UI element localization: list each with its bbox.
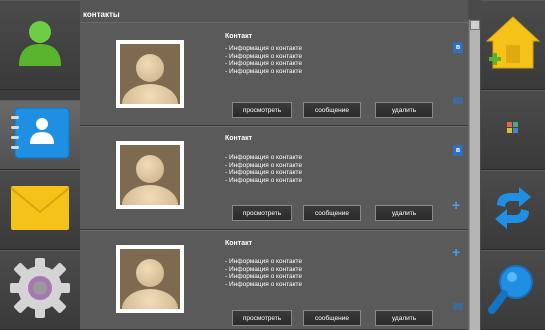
- message-button[interactable]: сообщение: [303, 102, 361, 118]
- nav-item-messages[interactable]: [0, 170, 80, 250]
- contact-card: Контакт - Информация о контакте - Информ…: [80, 230, 468, 330]
- contact-info-line: - Информация о контакте: [225, 265, 303, 273]
- avatar-body: [122, 84, 178, 104]
- contact-name: Контакт: [225, 33, 253, 40]
- contact-info: - Информация о контакте - Информация о к…: [225, 45, 302, 75]
- avatar-body: [122, 185, 178, 205]
- contact-info-line: - Информация о контакте: [225, 67, 303, 75]
- search-icon: [488, 260, 538, 321]
- delete-button[interactable]: удалить: [375, 102, 433, 118]
- contact-info-line: - Информация о контакте: [225, 176, 303, 184]
- nav-item-profile[interactable]: [0, 0, 80, 90]
- scrollbar[interactable]: [468, 20, 480, 330]
- gear-icon: [7, 255, 73, 326]
- contact-info-line: - Информация о контакте: [225, 273, 303, 280]
- avatar[interactable]: [116, 245, 184, 313]
- plus-icon[interactable]: +: [452, 245, 460, 259]
- delete-button[interactable]: удалить: [375, 310, 433, 326]
- plus-icon[interactable]: +: [452, 198, 460, 212]
- nav-item-contacts[interactable]: [0, 100, 80, 170]
- grid-button[interactable]: [481, 90, 545, 170]
- small-grid-icon: [507, 121, 519, 139]
- small-blue-icon[interactable]: [453, 97, 463, 104]
- contact-info-line: - Информация о контакте: [225, 45, 303, 52]
- contact-info-line: - Информация о контакте: [225, 258, 303, 265]
- contact-info-line: - Информация о контакте: [225, 60, 303, 67]
- view-button[interactable]: просмотреть: [232, 310, 292, 326]
- nav-item-settings[interactable]: [0, 250, 80, 330]
- message-button[interactable]: сообщение: [303, 310, 361, 326]
- right-sidebar: [481, 0, 545, 330]
- envelope-icon: [9, 184, 71, 237]
- contact-info-line: - Информация о контакте: [225, 161, 303, 169]
- message-button[interactable]: сообщение: [303, 205, 361, 221]
- contact-info-line: - Информация о контакте: [225, 280, 303, 288]
- avatar-body: [122, 289, 178, 309]
- contacts-panel: контакты Контакт - Информация о контакте…: [80, 0, 468, 330]
- avatar[interactable]: [116, 40, 184, 108]
- contact-info: - Информация о контакте - Информация о к…: [225, 154, 302, 184]
- avatar[interactable]: [116, 141, 184, 209]
- contact-info: - Информация о контакте - Информация о к…: [225, 258, 302, 288]
- view-button[interactable]: просмотреть: [232, 102, 292, 118]
- avatar-head: [136, 155, 164, 183]
- contact-info-line: - Информация о контакте: [225, 169, 303, 176]
- home-add-icon: [484, 13, 542, 78]
- page-title: контакты: [83, 10, 120, 19]
- small-blue-icon[interactable]: [453, 303, 463, 310]
- avatar-head: [136, 54, 164, 82]
- contact-name: Контакт: [225, 240, 253, 247]
- scroll-thumb[interactable]: [470, 30, 480, 330]
- add-home-button[interactable]: [481, 0, 545, 90]
- sync-button[interactable]: [481, 170, 545, 250]
- vk-icon[interactable]: в: [453, 145, 463, 156]
- contact-name: Контакт: [225, 135, 253, 142]
- contact-info-line: - Информация о контакте: [225, 52, 303, 60]
- contact-card: Контакт - Информация о контакте - Информ…: [80, 126, 468, 230]
- contact-card: Контакт - Информация о контакте - Информ…: [80, 22, 468, 126]
- contact-info-line: - Информация о контакте: [225, 154, 303, 161]
- sync-icon: [493, 185, 533, 236]
- scroll-up-button[interactable]: [470, 20, 480, 30]
- person-icon: [17, 18, 63, 73]
- address-book-icon: [9, 106, 71, 165]
- view-button[interactable]: просмотреть: [232, 205, 292, 221]
- search-button[interactable]: [481, 250, 545, 330]
- vk-icon[interactable]: в: [453, 42, 463, 53]
- avatar-head: [136, 259, 164, 287]
- left-sidebar: [0, 0, 80, 330]
- delete-button[interactable]: удалить: [375, 205, 433, 221]
